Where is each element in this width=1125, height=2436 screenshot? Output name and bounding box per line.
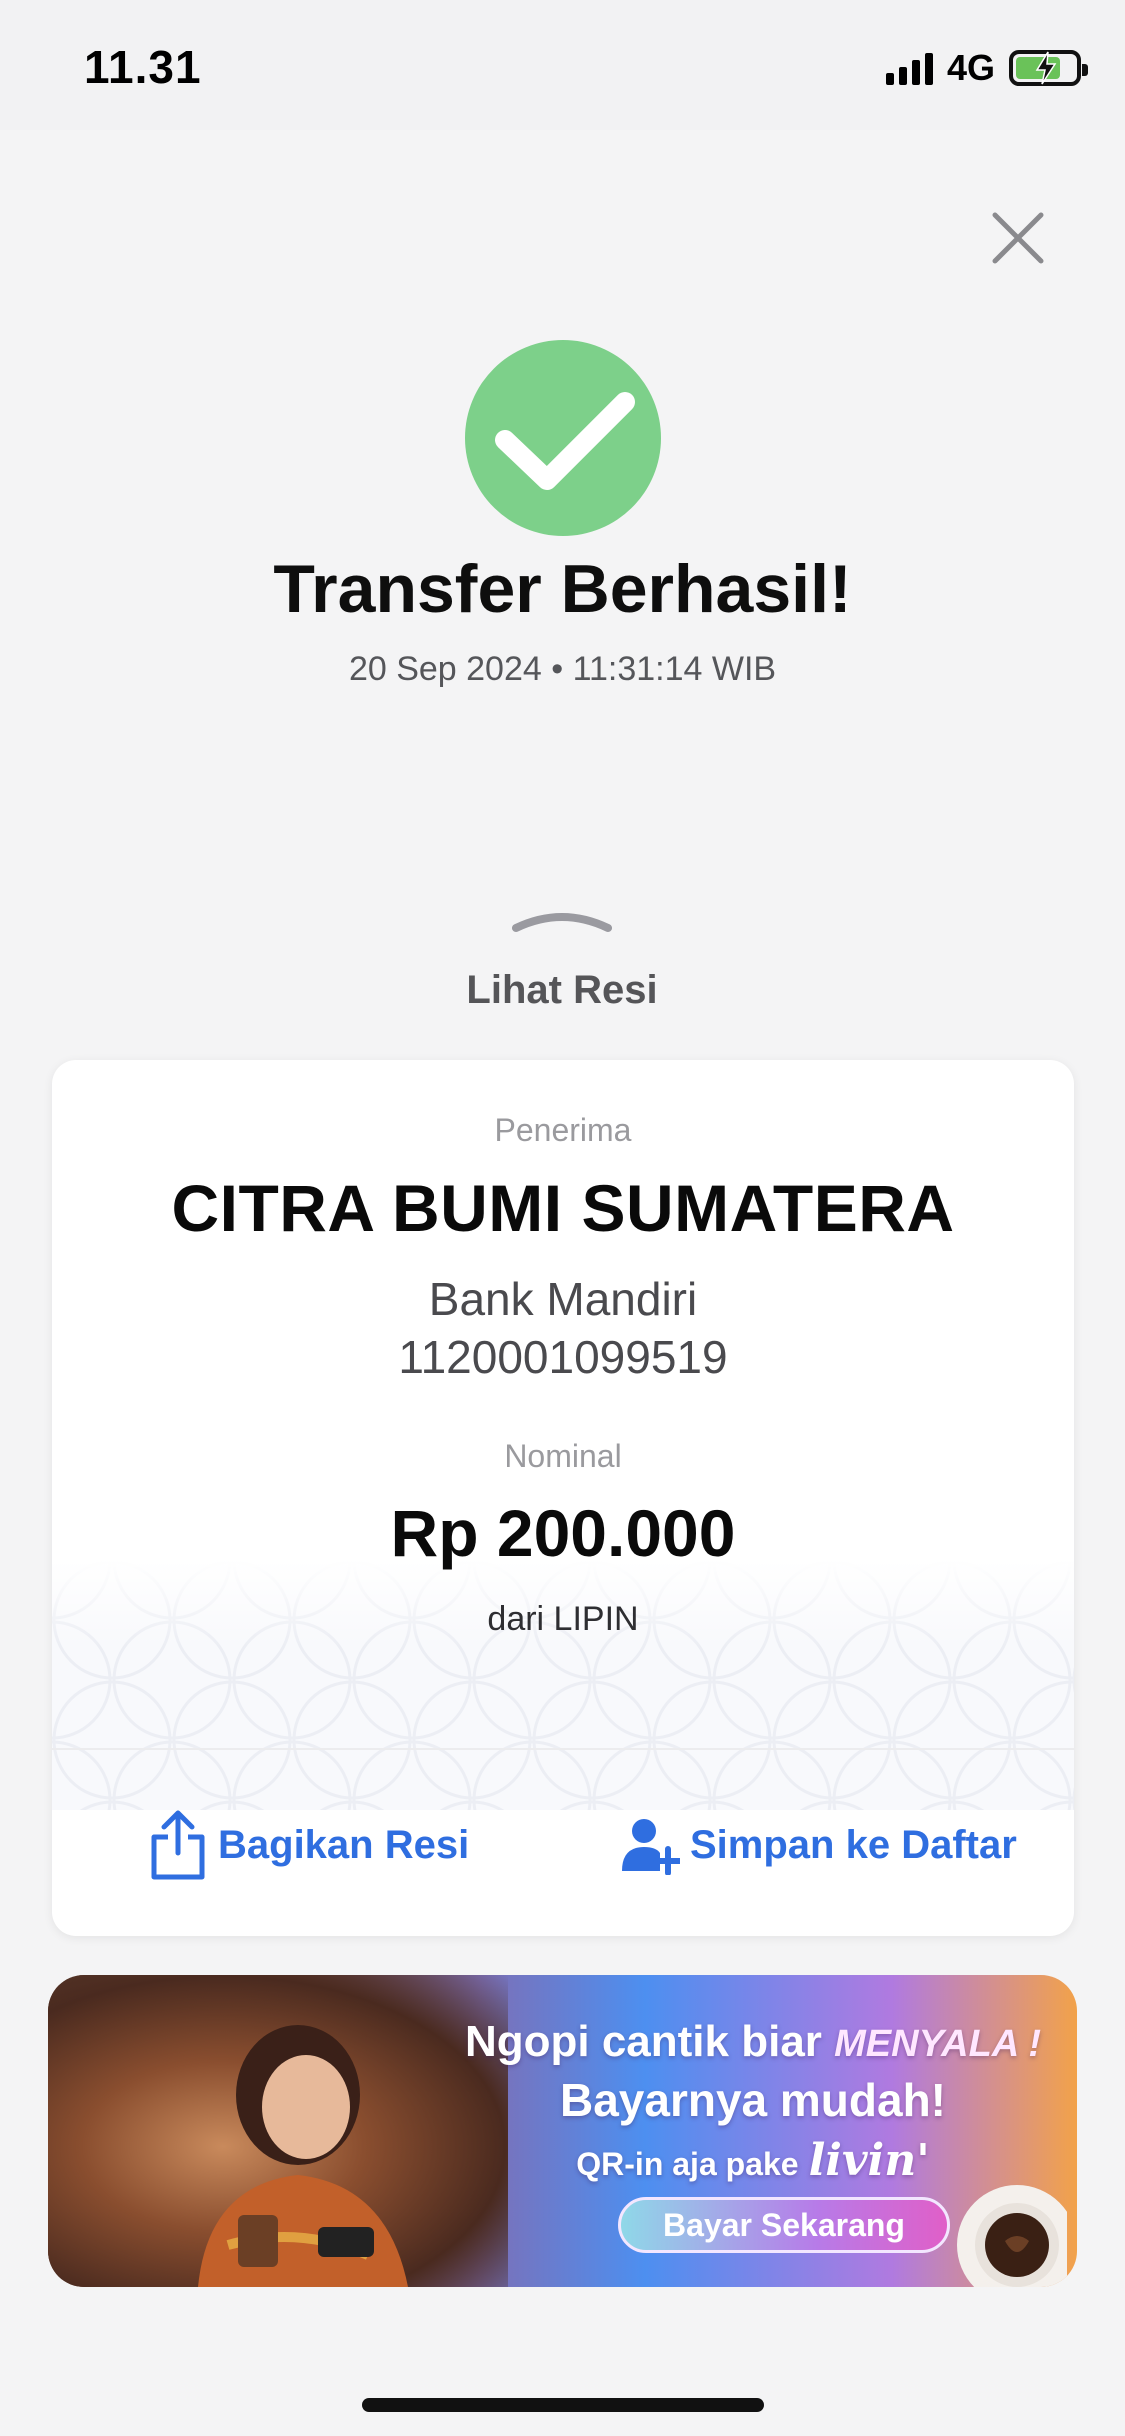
transaction-datetime: 20 Sep 2024 • 11:31:14 WIB (348, 650, 777, 688)
status-time: 11.31 (84, 41, 202, 93)
recipient-bank: Bank Mandiri (428, 1273, 698, 1325)
recipient-account-number: 1120001099519 (398, 1331, 728, 1383)
share-receipt-label: Bagikan Resi (218, 1822, 470, 1867)
recipient-name: CITRA BUMI SUMATERA (171, 1171, 955, 1245)
save-to-list-button[interactable]: Simpan ke Daftar (620, 1800, 1017, 1890)
view-receipt-toggle[interactable]: Lihat Resi (412, 900, 712, 1030)
add-user-icon (622, 1819, 680, 1875)
recipient-label: Penerima (494, 1112, 632, 1148)
chevron-up-icon (512, 913, 612, 932)
woman-with-coffee-illustration (198, 2025, 408, 2287)
pay-now-button[interactable]: Bayar Sekarang (618, 2197, 950, 2253)
banner-subheadline: Bayarnya mudah! (559, 2074, 946, 2126)
status-indicators: 4G (885, 44, 1088, 92)
network-type: 4G (946, 47, 995, 88)
coffee-cup-icon (957, 2185, 1067, 2287)
home-indicator (362, 2398, 764, 2412)
promo-banner[interactable]: Ngopi cantik biar MENYALA ! Bayarnya mud… (48, 1975, 1077, 2287)
battery-charging-icon (1009, 50, 1088, 86)
card-background-pattern (52, 1560, 1074, 1810)
share-receipt-button[interactable]: Bagikan Resi (148, 1800, 469, 1890)
save-to-list-label: Simpan ke Daftar (690, 1822, 1017, 1867)
banner-headline: Ngopi cantik biar MENYALA ! (464, 2017, 1042, 2066)
success-title: Transfer Berhasil! (273, 551, 852, 627)
transfer-success-screen: 11.31 4G Transfer Berhasil! 20 Sep 2024 … (0, 0, 1125, 2436)
close-icon (992, 212, 1044, 264)
card-divider (52, 1748, 1074, 1750)
receipt-card: Penerima CITRA BUMI SUMATERA Bank Mandir… (52, 1060, 1074, 1936)
status-bar: 11.31 4G (0, 0, 1125, 130)
share-icon (151, 1810, 205, 1880)
livin-logo: livin' (808, 2135, 930, 2186)
view-receipt-label: Lihat Resi (466, 968, 658, 1012)
transfer-amount: Rp 200.000 (390, 1496, 736, 1570)
source-account: dari LIPIN (487, 1600, 639, 1638)
signal-bars-icon (885, 51, 933, 85)
amount-label: Nominal (504, 1438, 622, 1474)
checkmark-circle-icon (465, 340, 661, 536)
close-button[interactable] (985, 205, 1051, 271)
